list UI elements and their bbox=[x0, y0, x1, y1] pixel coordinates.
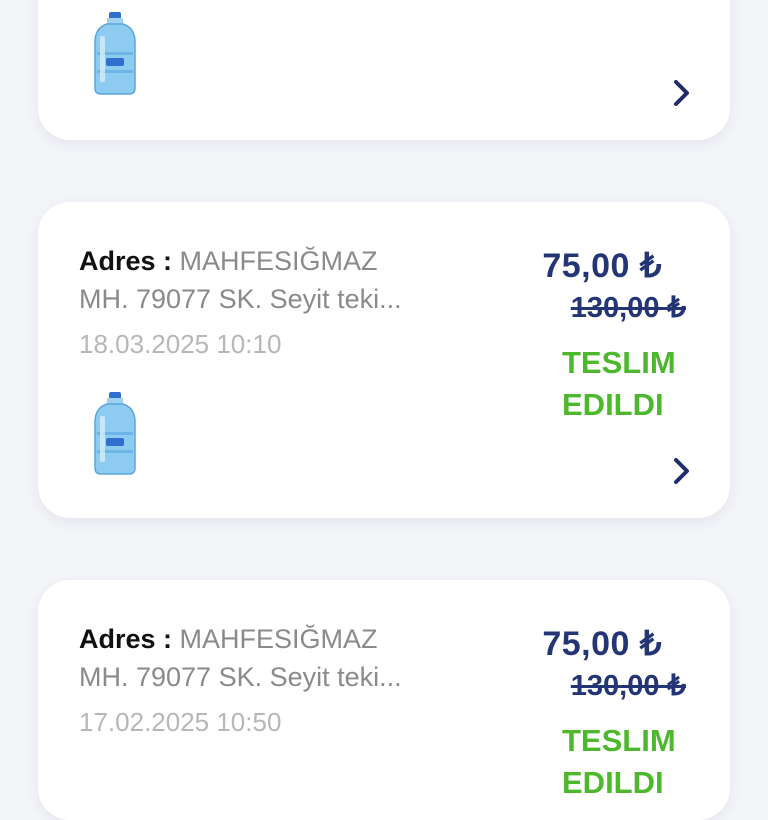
order-card[interactable]: Adres : MAHFESIĞMAZ MH. 79077 SK. Seyit … bbox=[38, 202, 730, 518]
status-line1: TESLIM bbox=[562, 345, 676, 380]
water-bottle-icon bbox=[94, 392, 136, 475]
address-line1: MAHFESIĞMAZ bbox=[179, 624, 378, 654]
water-bottle-icon bbox=[94, 12, 136, 95]
order-old-price: 130,00 ₺ bbox=[570, 670, 686, 702]
order-address: Adres : MAHFESIĞMAZ MH. 79077 SK. Seyit … bbox=[79, 620, 479, 696]
status-line2: EDILDI bbox=[562, 387, 664, 422]
address-line2: MH. 79077 SK. Seyit teki... bbox=[79, 284, 402, 314]
order-card[interactable] bbox=[38, 0, 730, 140]
order-date: 17.02.2025 10:50 bbox=[79, 707, 282, 737]
chevron-right-icon[interactable] bbox=[670, 78, 694, 108]
address-label: Adres : bbox=[79, 624, 173, 654]
order-address: Adres : MAHFESIĞMAZ MH. 79077 SK. Seyit … bbox=[79, 242, 479, 318]
status-line2: EDILDI bbox=[562, 765, 664, 800]
address-label: Adres : bbox=[79, 246, 173, 276]
order-price: 75,00 ₺ bbox=[542, 625, 662, 663]
order-status: TESLIM EDILDI bbox=[562, 342, 702, 426]
order-date: 18.03.2025 10:10 bbox=[79, 329, 282, 359]
chevron-right-icon[interactable] bbox=[670, 456, 694, 486]
address-line1: MAHFESIĞMAZ bbox=[179, 246, 378, 276]
address-line2: MH. 79077 SK. Seyit teki... bbox=[79, 662, 402, 692]
order-old-price: 130,00 ₺ bbox=[570, 292, 686, 324]
order-price: 75,00 ₺ bbox=[542, 247, 662, 285]
order-status: TESLIM EDILDI bbox=[562, 720, 702, 804]
order-card[interactable]: Adres : MAHFESIĞMAZ MH. 79077 SK. Seyit … bbox=[38, 580, 730, 820]
status-line1: TESLIM bbox=[562, 723, 676, 758]
